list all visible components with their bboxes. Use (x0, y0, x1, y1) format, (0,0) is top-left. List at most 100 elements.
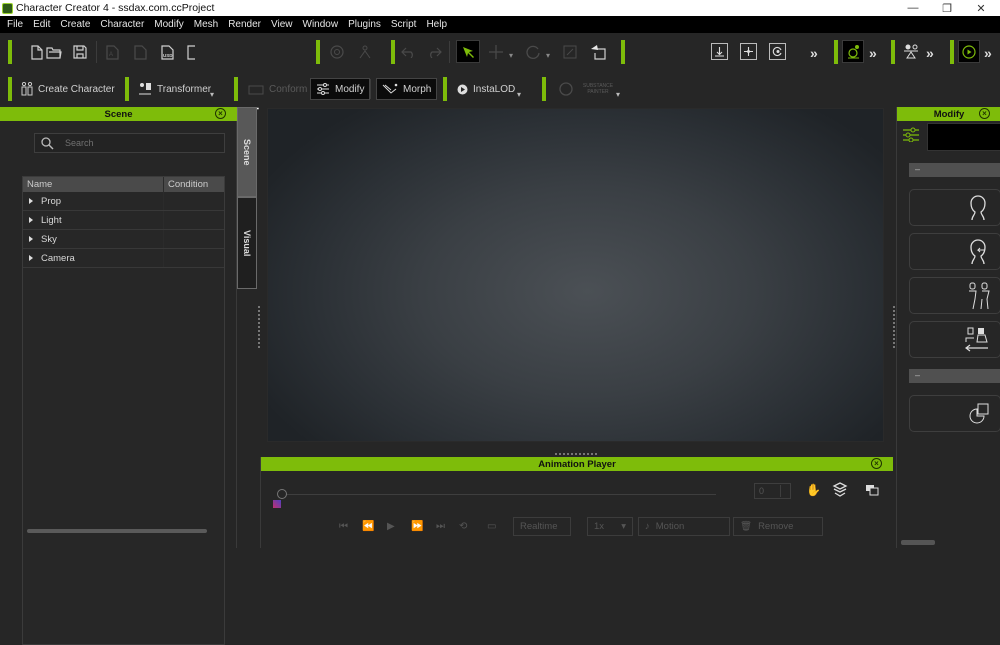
expand-arrow-icon[interactable] (29, 217, 33, 223)
substance-dropdown[interactable]: ▾ (616, 90, 620, 99)
horizontal-scrollbar[interactable] (27, 529, 207, 533)
menu-modify[interactable]: Modify (149, 19, 188, 30)
tab-visual[interactable]: Visual (237, 197, 257, 289)
display-icon[interactable]: ▭ (487, 521, 496, 532)
3d-viewport[interactable] (267, 108, 884, 442)
head-button[interactable] (909, 189, 1000, 226)
shape-button[interactable] (909, 395, 1000, 432)
table-row[interactable]: Sky (23, 230, 224, 249)
scrollbar[interactable] (901, 540, 935, 545)
toolbar-more-chevron[interactable]: » (984, 45, 992, 61)
camera-icon[interactable] (328, 43, 346, 61)
body-button[interactable] (909, 277, 1000, 314)
rotate-dropdown[interactable]: ▾ (546, 51, 550, 60)
skip-end-icon[interactable]: ⏭ (436, 521, 445, 532)
pose-icon[interactable] (356, 43, 374, 61)
scale-icon[interactable] (561, 43, 579, 61)
column-header-name[interactable]: Name (23, 177, 164, 192)
tab-scene[interactable]: Scene (237, 107, 257, 197)
search-input[interactable] (65, 136, 215, 150)
close-icon[interactable]: × (979, 108, 990, 119)
expand-arrow-icon[interactable] (29, 236, 33, 242)
minimize-button[interactable]: — (898, 0, 928, 16)
move-dropdown[interactable]: ▾ (509, 51, 513, 60)
export-more-icon[interactable] (185, 43, 199, 61)
timeline-slider[interactable] (286, 494, 716, 495)
splitter-handle[interactable] (555, 453, 599, 455)
menu-plugins[interactable]: Plugins (343, 19, 386, 30)
morph-button[interactable]: Morph (376, 78, 438, 100)
expand-arrow-icon[interactable] (29, 198, 33, 204)
motion-layer-icon[interactable] (832, 482, 848, 500)
physics-icon[interactable] (842, 40, 864, 63)
redo-icon[interactable] (425, 43, 443, 61)
maximize-button[interactable]: ❐ (932, 0, 962, 16)
modify-section-header[interactable]: – (909, 163, 1000, 177)
remove-button[interactable]: 🗑 Remove (733, 517, 823, 536)
instalod-button[interactable]: InstaLOD (452, 78, 520, 100)
toolbar-grip[interactable] (950, 40, 954, 64)
toolbar-grip[interactable] (443, 77, 447, 101)
menu-edit[interactable]: Edit (28, 19, 55, 30)
toolbar-grip[interactable] (542, 77, 546, 101)
timeline-handle[interactable] (277, 489, 287, 499)
menu-window[interactable]: Window (298, 19, 344, 30)
usd-export-icon[interactable]: USD (159, 43, 177, 61)
transformer-button[interactable]: Transformer (133, 78, 216, 100)
splitter-handle[interactable] (893, 306, 895, 350)
loop-icon[interactable]: ⟲ (459, 521, 467, 532)
menu-script[interactable]: Script (386, 19, 422, 30)
modify-button[interactable]: Modify (310, 78, 371, 100)
frame-input[interactable]: 0 (754, 483, 791, 499)
close-button[interactable]: ✕ (966, 0, 996, 16)
menu-render[interactable]: Render (223, 19, 266, 30)
menu-help[interactable]: Help (421, 19, 452, 30)
toolbar-grip[interactable] (891, 40, 895, 64)
undo-icon[interactable] (400, 43, 418, 61)
create-character-button[interactable]: Create Character (16, 78, 120, 100)
menu-character[interactable]: Character (95, 19, 149, 30)
table-row[interactable]: Prop (23, 192, 224, 211)
scene-settings-icon[interactable] (901, 42, 921, 62)
save-icon[interactable] (71, 43, 89, 61)
export-icon[interactable] (131, 43, 149, 61)
table-row[interactable]: Camera (23, 249, 224, 268)
toolbar-more-chevron[interactable]: » (926, 45, 934, 61)
close-icon[interactable]: × (215, 108, 226, 119)
transformer-dropdown[interactable]: ▾ (210, 90, 214, 99)
table-row[interactable]: Light (23, 211, 224, 230)
play-button-icon[interactable]: ▶ (387, 521, 395, 532)
move-icon[interactable] (487, 43, 505, 61)
rotate-icon[interactable] (524, 43, 542, 61)
realtime-button[interactable]: Realtime (513, 517, 571, 536)
expand-arrow-icon[interactable] (29, 255, 33, 261)
center-icon[interactable] (740, 43, 757, 60)
motion-button[interactable]: ♪ Motion (638, 517, 730, 536)
splitter-handle[interactable] (258, 306, 260, 350)
toolbar-grip[interactable] (834, 40, 838, 64)
menu-create[interactable]: Create (55, 19, 95, 30)
substance-painter-button[interactable]: SUBSTANCE PAINTER (553, 78, 622, 100)
head-morph-button[interactable] (909, 233, 1000, 270)
instalod-dropdown[interactable]: ▾ (517, 90, 521, 99)
modify-section-header[interactable]: – (909, 369, 1000, 383)
pick-parent-icon[interactable] (588, 42, 608, 62)
toolbar-grip[interactable] (8, 40, 12, 64)
toolbar-grip[interactable] (8, 77, 12, 101)
reset-view-icon[interactable] (769, 43, 786, 60)
frame-spinner[interactable] (780, 485, 789, 497)
menu-mesh[interactable]: Mesh (189, 19, 223, 30)
play-icon[interactable] (958, 40, 980, 63)
open-folder-icon[interactable] (44, 43, 64, 61)
transfer-button[interactable] (909, 321, 1000, 358)
toolbar-grip[interactable] (391, 40, 395, 64)
align-ground-icon[interactable] (711, 43, 728, 60)
fast-forward-icon[interactable]: ⏩ (411, 521, 423, 532)
hand-icon[interactable]: ✋ (806, 483, 821, 497)
conform-button[interactable]: Conform (243, 78, 312, 100)
skip-start-icon[interactable]: ⏮ (339, 521, 348, 532)
toolbar-more-chevron[interactable]: » (869, 45, 877, 61)
menu-file[interactable]: File (2, 19, 28, 30)
import-icon[interactable]: A (103, 43, 121, 61)
toolbar-grip[interactable] (316, 40, 320, 64)
